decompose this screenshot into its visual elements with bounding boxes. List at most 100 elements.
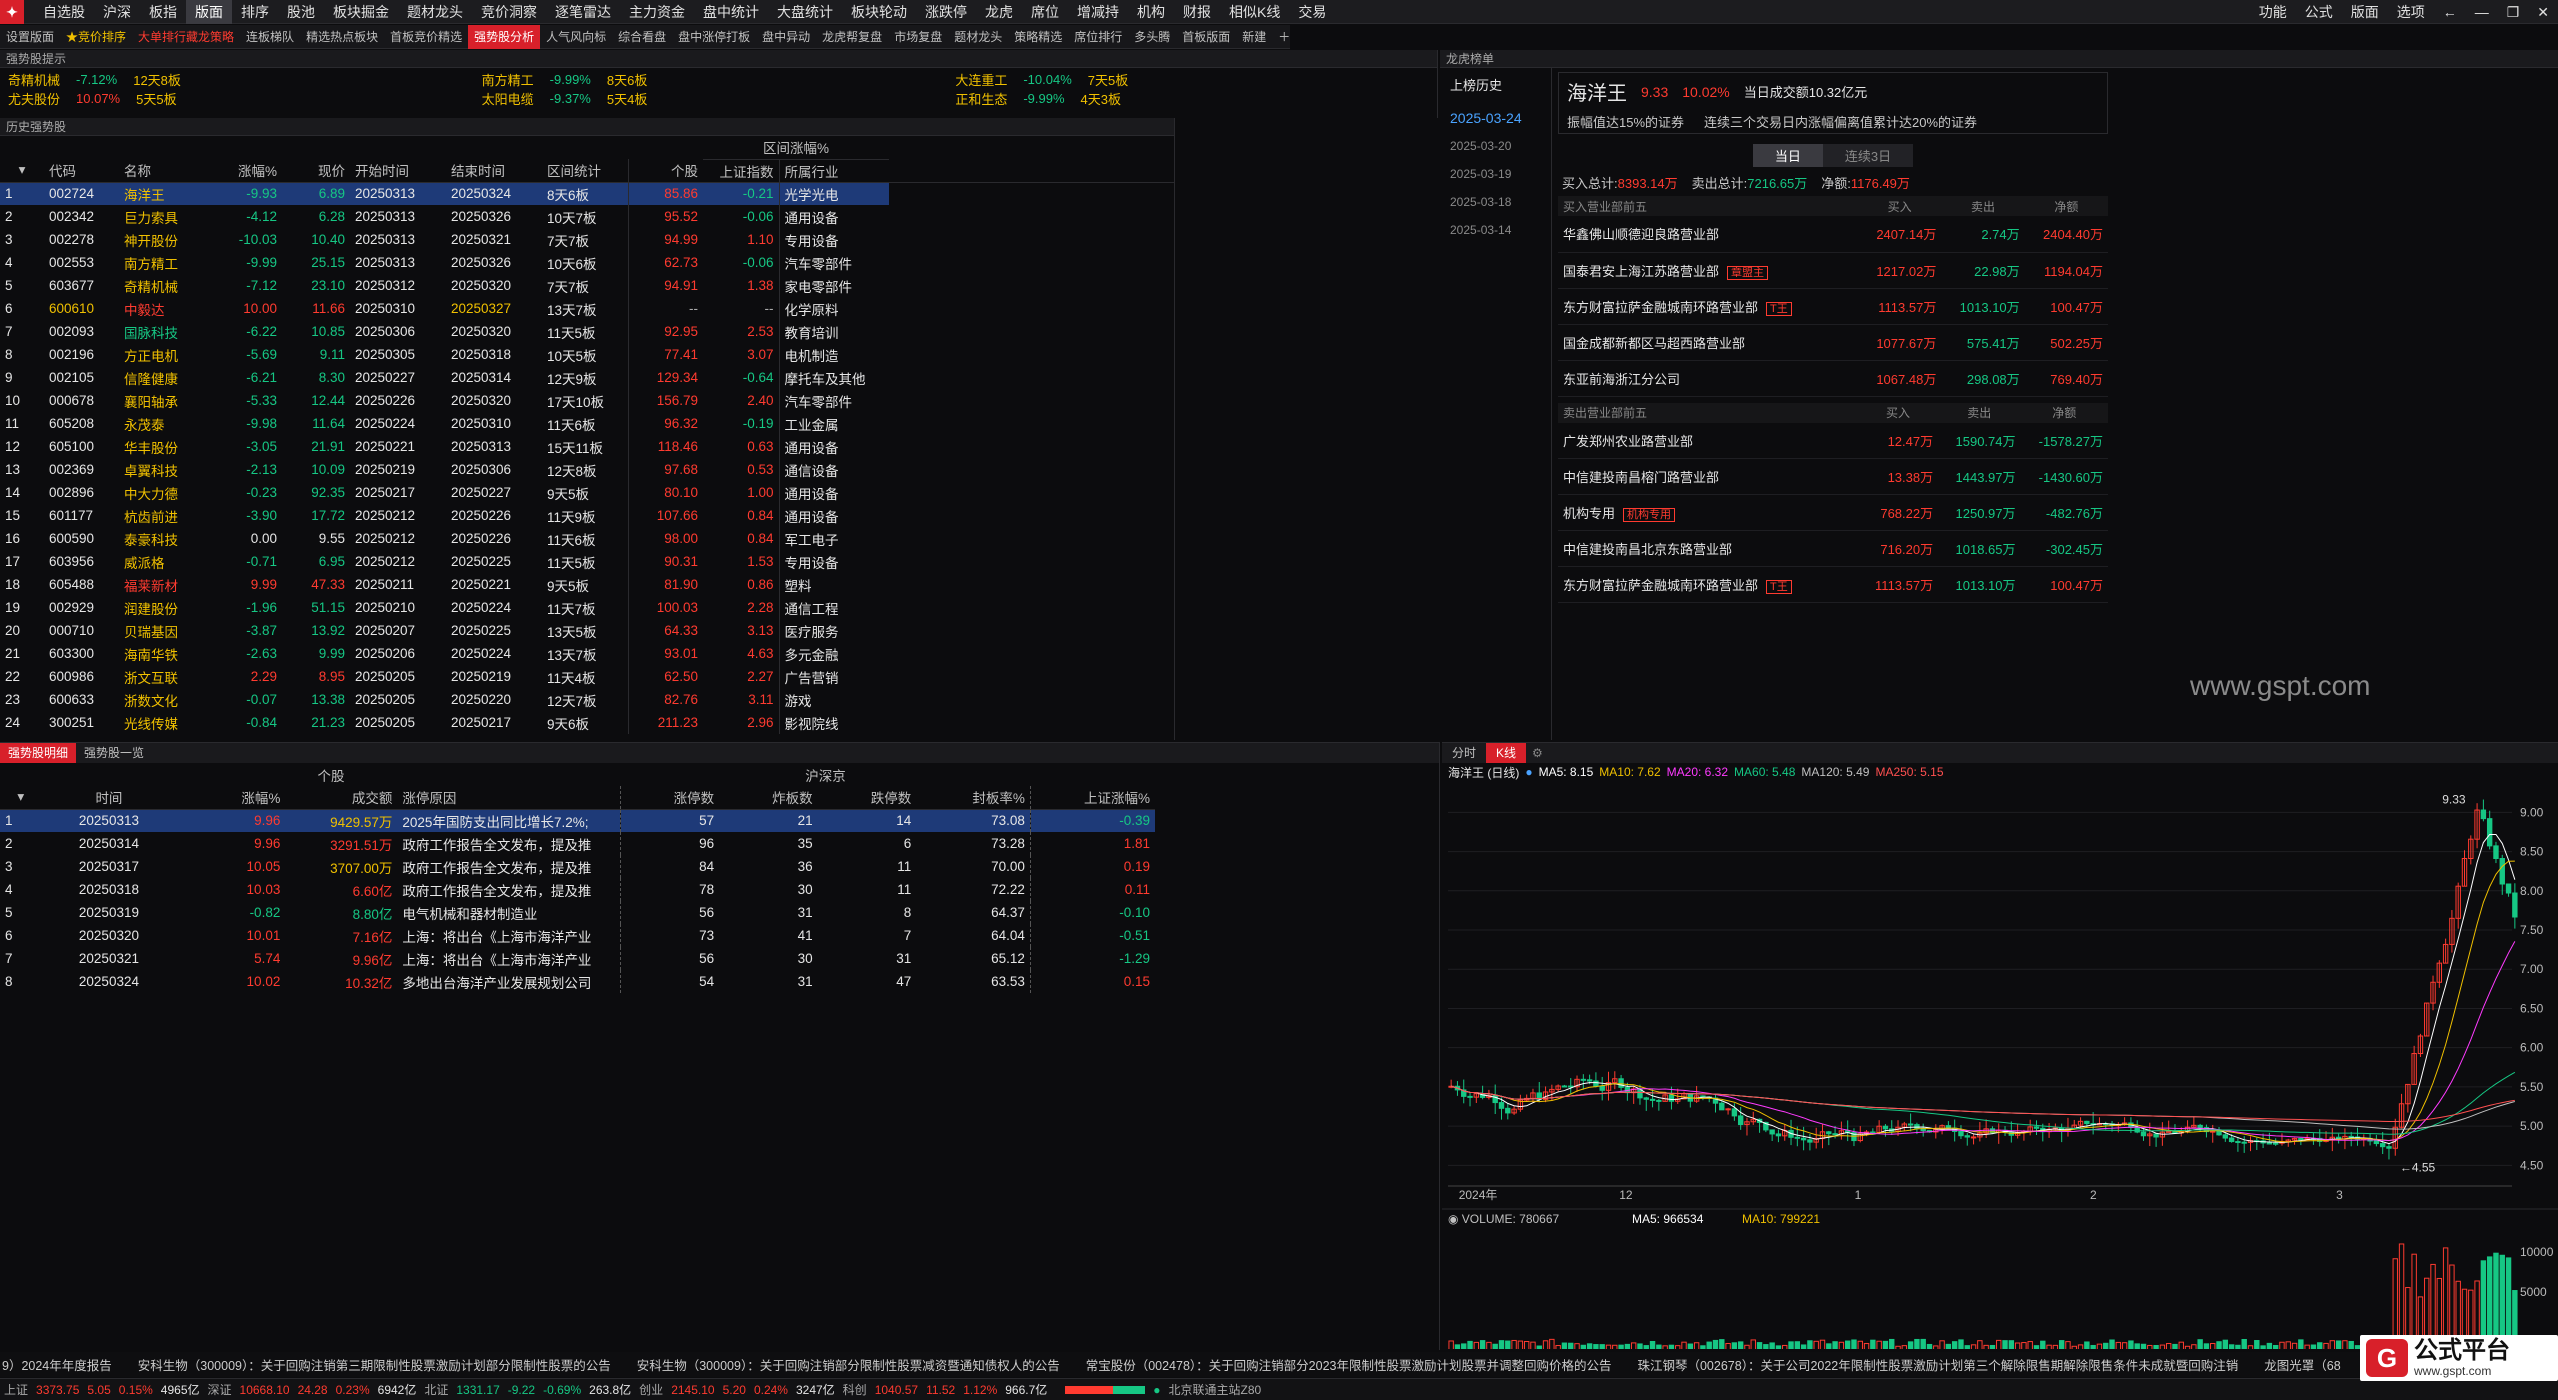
layout-tab-8[interactable]: 综合看盘 bbox=[612, 25, 672, 49]
menu-item-5[interactable]: 股池 bbox=[278, 0, 324, 24]
menu-right-3[interactable]: 选项 bbox=[2388, 0, 2434, 24]
table-row[interactable]: 17 603956 威派格 -0.71 6.95 20250212 20250225 11天5… bbox=[0, 550, 1174, 573]
hist-header-9[interactable]: 所属行业 bbox=[779, 159, 889, 182]
hist-sort-icon[interactable]: ▾ bbox=[0, 159, 44, 182]
layout-tab-1[interactable]: ★竞价排序 bbox=[60, 25, 132, 49]
layout-tab-3[interactable]: 连板梯队 bbox=[240, 25, 300, 49]
menu-right-2[interactable]: 版面 bbox=[2342, 0, 2388, 24]
layout-tab-9[interactable]: 盘中涨停打板 bbox=[672, 25, 756, 49]
server-label[interactable]: 北京联通主站Z80 bbox=[1169, 1381, 1262, 1398]
layout-tab-14[interactable]: 策略精选 bbox=[1008, 25, 1068, 49]
layout-tab-2[interactable]: 大单排行藏龙策略 bbox=[132, 25, 240, 49]
menu-item-8[interactable]: 竞价洞察 bbox=[472, 0, 546, 24]
detail-header-8[interactable]: 上证涨幅% bbox=[1030, 786, 1155, 809]
table-row[interactable]: 11 605208 永茂泰 -9.98 11.64 20250224 20250310 11天… bbox=[0, 412, 1174, 435]
table-row[interactable]: 21 603300 海南华铁 -2.63 9.99 20250206 20250224 13天… bbox=[0, 642, 1174, 665]
detail-tab-1[interactable]: 强势股一览 bbox=[76, 743, 152, 763]
layout-tab-4[interactable]: 精选热点板块 bbox=[300, 25, 384, 49]
menu-right-0[interactable]: 功能 bbox=[2250, 0, 2296, 24]
table-row[interactable]: 13 002369 卓翼科技 -2.13 10.09 20250219 20250306 12… bbox=[0, 458, 1174, 481]
toggle-today[interactable]: 当日 bbox=[1752, 144, 1823, 167]
table-row[interactable]: 1 002724 海洋王 -9.93 6.89 20250313 20250324 8天6板 8… bbox=[0, 182, 1174, 205]
kline-tab-0[interactable]: 分时 bbox=[1442, 743, 1486, 763]
layout-tab-7[interactable]: 人气风向标 bbox=[540, 25, 612, 49]
detail-header-1[interactable]: 涨幅% bbox=[176, 786, 285, 809]
table-row[interactable]: 14 002896 中大力德 -0.23 92.35 20250217 20250227 9天… bbox=[0, 481, 1174, 504]
menu-item-2[interactable]: 板指 bbox=[140, 0, 186, 24]
menu-item-19[interactable]: 财报 bbox=[1174, 0, 1220, 24]
news-item[interactable]: 常宝股份（002478）：关于回购注销部分2023年限制性股票激励计划股票并调整… bbox=[1086, 1355, 1612, 1374]
menu-item-3[interactable]: 版面 bbox=[186, 0, 232, 24]
news-item[interactable]: 安科生物（300009）：关于回购注销部分限制性股票减资暨通知债权人的公告 bbox=[637, 1355, 1060, 1374]
detail-header-7[interactable]: 封板率% bbox=[916, 786, 1031, 809]
menu-item-0[interactable]: 自选股 bbox=[34, 0, 94, 24]
detail-tab-0[interactable]: 强势股明细 bbox=[0, 743, 77, 763]
hist-header-4[interactable]: 开始时间 bbox=[350, 159, 446, 182]
table-row[interactable]: 5 603677 奇精机械 -7.12 23.10 20250312 20250320 7天7… bbox=[0, 274, 1174, 297]
settings-icon[interactable]: ⚙ bbox=[1526, 746, 1549, 760]
table-row[interactable]: 23 600633 浙数文化 -0.07 13.38 20250205 20250220 12… bbox=[0, 688, 1174, 711]
menu-item-12[interactable]: 大盘统计 bbox=[768, 0, 842, 24]
lhb-date-item[interactable]: 2025-03-20 bbox=[1440, 132, 1551, 160]
menu-item-1[interactable]: 沪深 bbox=[94, 0, 140, 24]
menu-item-16[interactable]: 席位 bbox=[1022, 0, 1068, 24]
table-row[interactable]: 7 002093 国脉科技 -6.22 10.85 20250306 20250320 11天… bbox=[0, 320, 1174, 343]
hist-header-6[interactable]: 区间统计 bbox=[542, 159, 629, 182]
table-row[interactable]: 4 002553 南方精工 -9.99 25.15 20250313 20250326 10天… bbox=[0, 251, 1174, 274]
kline-tab-1[interactable]: K线 bbox=[1486, 743, 1527, 763]
detail-sort-icon[interactable]: ▾ bbox=[0, 786, 42, 809]
news-item[interactable]: 安科生物（300009）：关于回购注销第三期限制性股票激励计划部分限制性股票的公… bbox=[138, 1355, 611, 1374]
layout-tab-12[interactable]: 市场复盘 bbox=[888, 25, 948, 49]
close-icon[interactable]: ✕ bbox=[2528, 0, 2558, 24]
lhb-date-item[interactable]: 2025-03-18 bbox=[1440, 188, 1551, 216]
ticker-item[interactable]: 太阳电缆 -9.37% 5天4板 bbox=[482, 89, 956, 108]
menu-item-7[interactable]: 题材龙头 bbox=[398, 0, 472, 24]
menu-item-18[interactable]: 机构 bbox=[1128, 0, 1174, 24]
lhb-date-item[interactable]: 2025-03-19 bbox=[1440, 160, 1551, 188]
ticker-item[interactable]: 南方精工 -9.99% 8天6板 bbox=[482, 70, 956, 89]
layout-tab-5[interactable]: 首板竞价精选 bbox=[384, 25, 468, 49]
minimize-icon[interactable]: — bbox=[2466, 0, 2498, 24]
hist-header-3[interactable]: 现价 bbox=[282, 159, 350, 182]
table-row[interactable]: 中信建投南昌榕门路营业部 13.38万 1443.97万 -1430.60万 bbox=[1558, 459, 2108, 495]
table-row[interactable]: 16 600590 泰豪科技 0.00 9.55 20250212 20250226 11天6… bbox=[0, 527, 1174, 550]
news-item[interactable]: 珠江钢琴（002678）：关于公司2022年限制性股票激励计划第三个解除限售期解… bbox=[1637, 1355, 2238, 1374]
menu-item-14[interactable]: 涨跌停 bbox=[916, 0, 976, 24]
menu-item-15[interactable]: 龙虎 bbox=[976, 0, 1022, 24]
menu-item-17[interactable]: 增减持 bbox=[1068, 0, 1128, 24]
hist-header-7[interactable]: 个股 bbox=[628, 159, 703, 182]
ticker-item[interactable]: 奇精机械 -7.12% 12天8板 bbox=[8, 70, 482, 89]
menu-item-21[interactable]: 交易 bbox=[1289, 0, 1335, 24]
table-row[interactable]: 国金成都新都区马超西路营业部 1077.67万 575.41万 502.25万 bbox=[1558, 324, 2108, 360]
table-row[interactable]: 3 002278 神开股份 -10.03 10.40 20250313 20250321 7天… bbox=[0, 228, 1174, 251]
ticker-item[interactable]: 正和生态 -9.99% 4天3板 bbox=[955, 89, 1429, 108]
table-row[interactable]: 6 20250320 10.01 7.16亿 上海：将出台《上海市海洋产业 73 41 7 64… bbox=[0, 924, 1155, 947]
lhb-date-item[interactable]: 2025-03-24 bbox=[1440, 104, 1551, 132]
toggle-3days[interactable]: 连续3日 bbox=[1822, 144, 1914, 167]
table-row[interactable]: 12 605100 华丰股份 -3.05 21.91 20250221 20250313 15… bbox=[0, 435, 1174, 458]
layout-tab-15[interactable]: 席位排行 bbox=[1068, 25, 1128, 49]
detail-header-2[interactable]: 成交额 bbox=[285, 786, 397, 809]
table-row[interactable]: 15 601177 杭齿前进 -3.90 17.72 20250212 20250226 11… bbox=[0, 504, 1174, 527]
table-row[interactable]: 1 20250313 9.96 9429.57万 2025年国防支出同比增长7.2%; 5… bbox=[0, 809, 1155, 832]
detail-header-3[interactable]: 涨停原因 bbox=[397, 786, 622, 809]
table-row[interactable]: 广发郑州农业路营业部 12.47万 1590.74万 -1578.27万 bbox=[1558, 423, 2108, 459]
detail-header-0[interactable]: 时间 bbox=[42, 786, 177, 809]
table-row[interactable]: 9 002105 信隆健康 -6.21 8.30 20250227 20250314 12天9… bbox=[0, 366, 1174, 389]
table-row[interactable]: 东方财富拉萨金融城南环路营业部 T王 1113.57万 1013.10万 100.47万 bbox=[1558, 288, 2108, 324]
table-row[interactable]: 22 600986 浙文互联 2.29 8.95 20250205 20250219 11天4… bbox=[0, 665, 1174, 688]
layout-tab-16[interactable]: 多头腾 bbox=[1128, 25, 1176, 49]
hist-header-2[interactable]: 涨幅% bbox=[214, 159, 282, 182]
hist-header-5[interactable]: 结束时间 bbox=[446, 159, 542, 182]
table-row[interactable]: 机构专用 机构专用 768.22万 1250.97万 -482.76万 bbox=[1558, 495, 2108, 531]
table-row[interactable]: 19 002929 润建股份 -1.96 51.15 20250210 20250224 11… bbox=[0, 596, 1174, 619]
table-row[interactable]: 国泰君安上海江苏路营业部 章盟主 1217.02万 22.98万 1194.04万 bbox=[1558, 252, 2108, 288]
lhb-history-tab[interactable]: 上榜历史 bbox=[1440, 68, 1551, 104]
table-row[interactable]: 10 000678 襄阳轴承 -5.33 12.44 20250226 20250320 17… bbox=[0, 389, 1174, 412]
table-row[interactable]: 18 605488 福莱新材 9.99 47.33 20250211 20250221 9天5… bbox=[0, 573, 1174, 596]
layout-tab-6[interactable]: 强势股分析 bbox=[468, 24, 541, 49]
ticker-item[interactable]: 大连重工 -10.04% 7天5板 bbox=[955, 70, 1429, 89]
table-row[interactable]: 6 600610 中毅达 10.00 11.66 20250310 20250327 13天7… bbox=[0, 297, 1174, 320]
table-row[interactable]: 20 000710 贝瑞基因 -3.87 13.92 20250207 20250225 13… bbox=[0, 619, 1174, 642]
table-row[interactable]: 24 300251 光线传媒 -0.84 21.23 20250205 20250217 9天… bbox=[0, 711, 1174, 734]
